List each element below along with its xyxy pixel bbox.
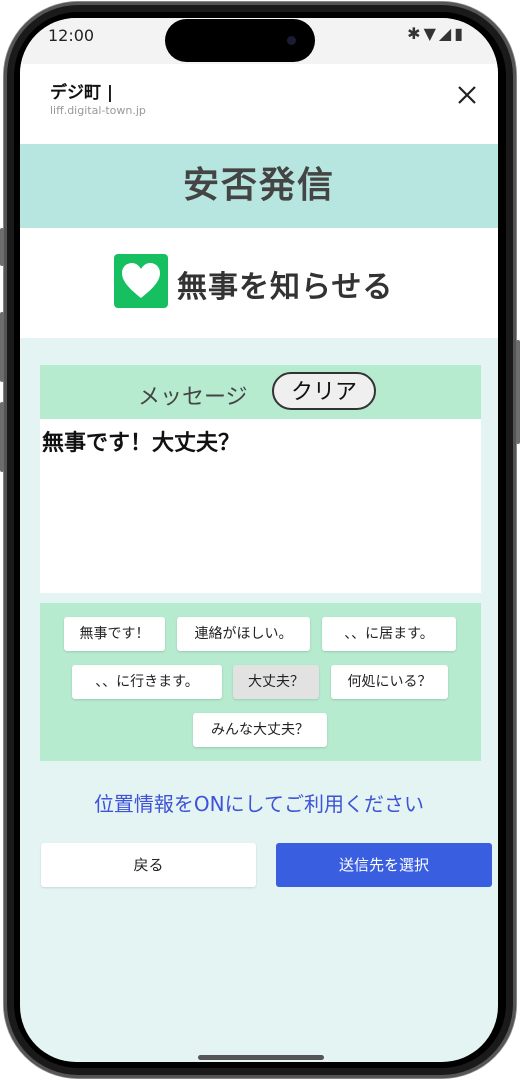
volume-down-button <box>0 402 4 472</box>
page-title: 安否発信 <box>182 165 335 206</box>
phrase-chip[interactable]: 連絡がほしい。 <box>177 617 310 651</box>
dynamic-island <box>165 19 315 62</box>
message-label: メッセージ <box>138 385 248 410</box>
status-time: 12:00 <box>48 26 95 45</box>
phrase-chip[interactable]: 無事です！ <box>64 617 165 651</box>
back-button[interactable]: 戻る <box>41 843 256 887</box>
close-icon[interactable] <box>454 82 480 108</box>
camera-icon <box>287 36 296 45</box>
phrase-chip[interactable]: 何処にいる？ <box>331 665 448 699</box>
phrase-chip[interactable]: 、、に居ます。 <box>322 617 456 651</box>
status-icons: ✱▼◢▮ <box>407 24 466 43</box>
heart-icon <box>114 254 168 308</box>
message-header: メッセージ クリア <box>40 365 481 419</box>
phrase-chip[interactable]: 、、に行きます。 <box>72 665 222 699</box>
action-button <box>0 228 4 266</box>
page-header: 安否発信 <box>20 144 498 228</box>
select-recipient-button[interactable]: 送信先を選択 <box>276 843 492 887</box>
clear-button[interactable]: クリア <box>272 372 376 410</box>
signal-icon: ◢ <box>438 24 455 43</box>
message-panel: メッセージ クリア 無事です！大丈夫？ <box>40 365 481 593</box>
location-hint: 位置情報をONにしてご利用ください <box>93 792 425 816</box>
volume-up-button <box>0 312 4 382</box>
app-title: デジ町 | <box>50 83 114 103</box>
wifi-icon: ▼ <box>423 24 439 43</box>
mode-banner: 無事を知らせる <box>20 228 498 338</box>
mode-label: 無事を知らせる <box>177 270 394 305</box>
battery-icon: ▮ <box>454 24 466 43</box>
app-bar: デジ町 | liff.digital-town.jp <box>20 64 498 144</box>
phrase-chip[interactable]: みんな大丈夫？ <box>193 713 327 747</box>
phrase-chip-selected[interactable]: 大丈夫？ <box>233 665 319 699</box>
phrase-panel: 無事です！ 連絡がほしい。 、、に居ます。 、、に行きます。 大丈夫？ 何処にい… <box>40 603 481 761</box>
power-button <box>516 340 520 444</box>
home-indicator[interactable] <box>198 1055 324 1060</box>
message-input[interactable]: 無事です！大丈夫？ <box>42 425 474 585</box>
screen: 12:00 ✱▼◢▮ デジ町 | liff.digital-town.jp 安否… <box>20 18 498 1062</box>
bluetooth-icon: ✱ <box>407 24 424 43</box>
app-url: liff.digital-town.jp <box>50 104 146 117</box>
